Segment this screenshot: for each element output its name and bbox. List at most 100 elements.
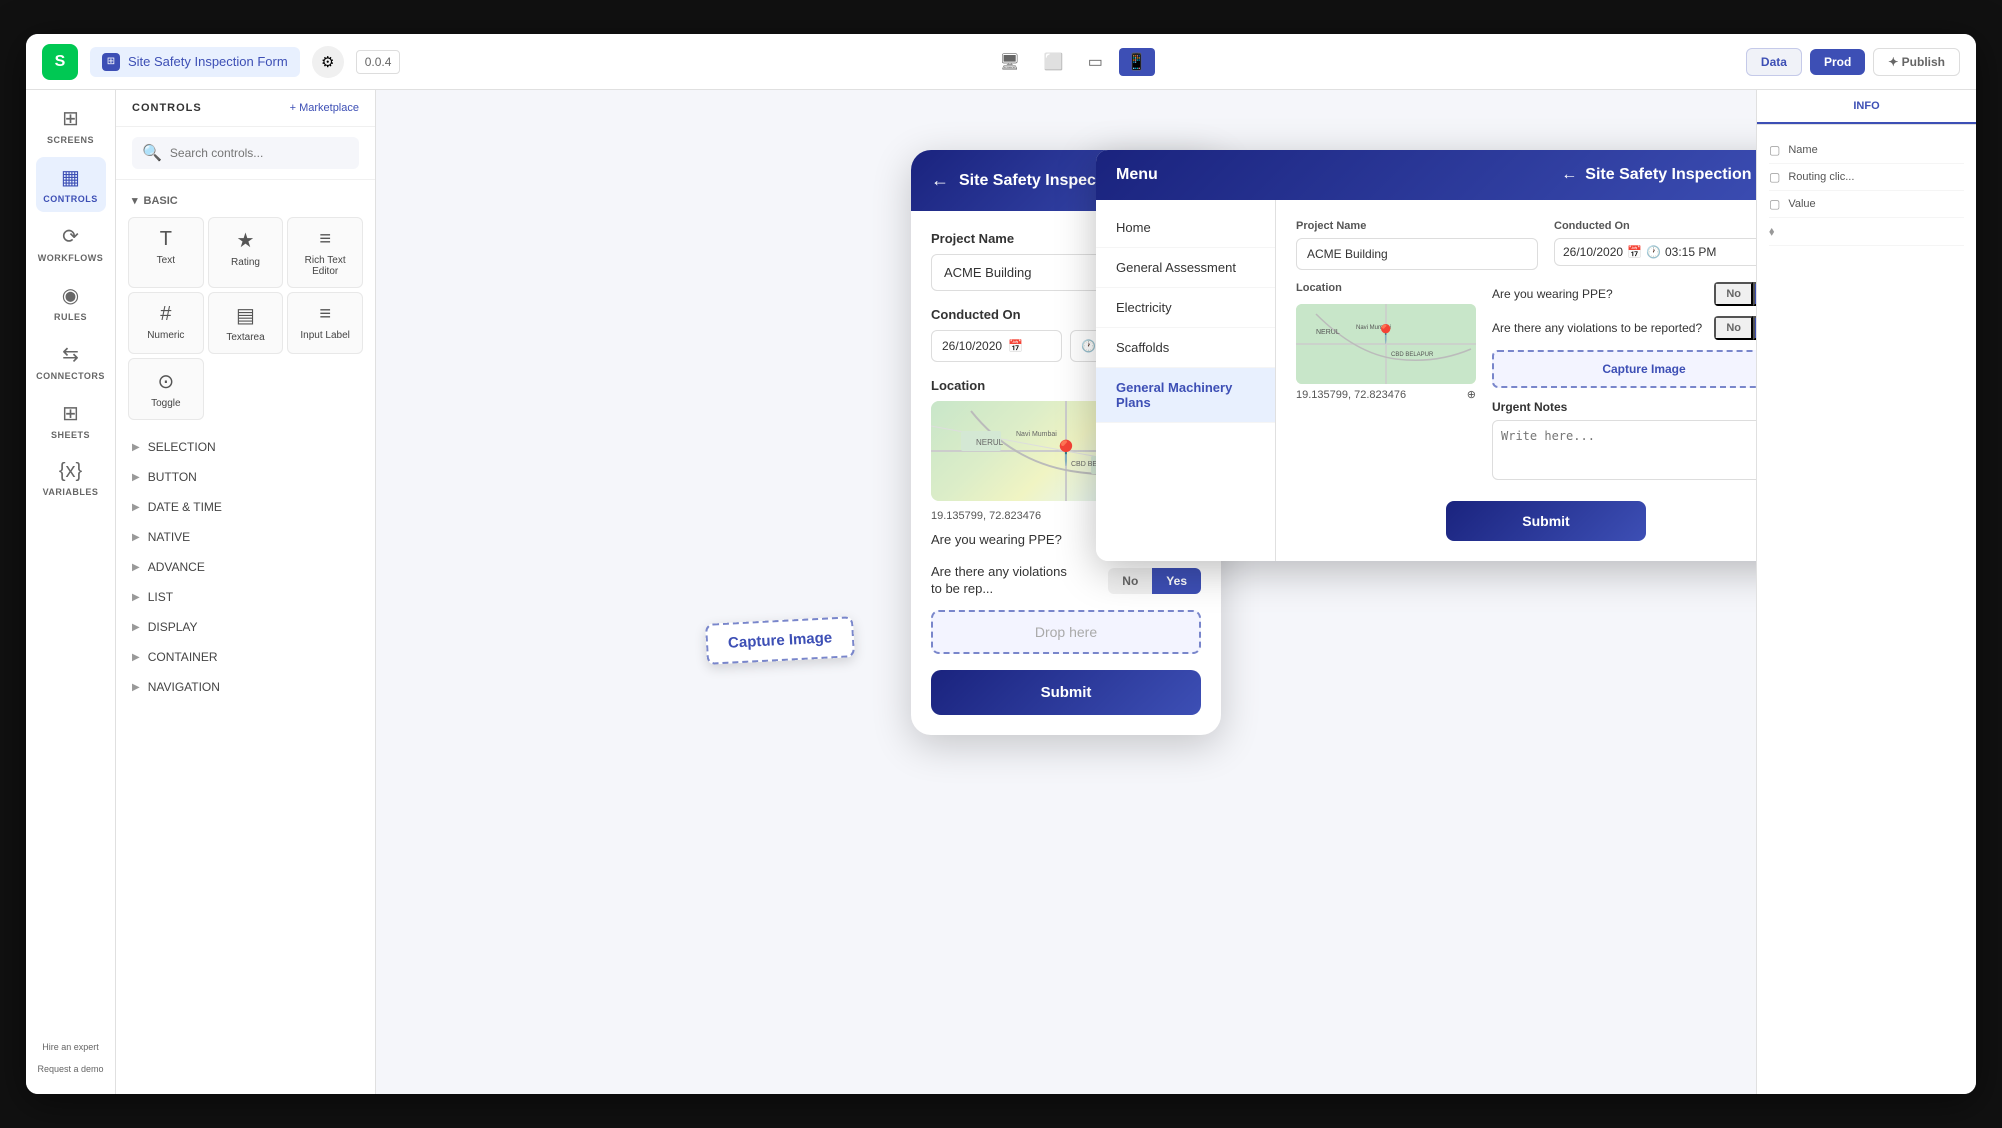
right-panel-tabs: INFO bbox=[1757, 90, 1976, 125]
tablet-submit-button[interactable]: Submit bbox=[1446, 501, 1646, 541]
tablet-sidebar: Home General Assessment Electricity Scaf… bbox=[1096, 200, 1276, 561]
toggle-control-label: Toggle bbox=[151, 398, 180, 409]
prod-button[interactable]: Prod bbox=[1810, 49, 1865, 75]
sheets-label: SHEETS bbox=[51, 430, 90, 440]
top-bar: S ⊞ Site Safety Inspection Form ⚙ 0.0.4 … bbox=[26, 34, 1976, 90]
control-item-text[interactable]: T Text bbox=[128, 217, 204, 288]
sidebar-item-workflows[interactable]: ⟳ WORKFLOWS bbox=[36, 216, 106, 271]
tablet-violations-yes[interactable]: Yes bbox=[1753, 316, 1756, 340]
section-date-time[interactable]: ▶ DATE & TIME bbox=[116, 492, 375, 522]
native-chevron-icon: ▶ bbox=[132, 532, 140, 543]
section-button[interactable]: ▶ BUTTON bbox=[116, 462, 375, 492]
tablet-menu-item-general[interactable]: General Assessment bbox=[1096, 248, 1275, 288]
tablet-date-wrap[interactable]: 26/10/2020 📅 🕐 03:15 PM bbox=[1554, 238, 1756, 266]
violations-no-button[interactable]: No bbox=[1108, 568, 1152, 594]
tab-info[interactable]: INFO bbox=[1757, 90, 1976, 124]
app-tab[interactable]: ⊞ Site Safety Inspection Form bbox=[90, 47, 300, 77]
native-label: NATIVE bbox=[148, 530, 190, 544]
violations-question: Are there any violations to be rep... bbox=[931, 564, 1080, 598]
svg-text:NERUL: NERUL bbox=[976, 438, 1004, 447]
gear-button[interactable]: ⚙ bbox=[312, 46, 344, 78]
tablet-urgent-textarea[interactable] bbox=[1492, 420, 1756, 480]
publish-button[interactable]: ✦ Publish bbox=[1873, 48, 1960, 76]
selection-chevron-icon: ▶ bbox=[132, 442, 140, 453]
name-prop-label: Name bbox=[1788, 144, 1817, 156]
button-chevron-icon: ▶ bbox=[132, 472, 140, 483]
tablet-date-value: 26/10/2020 bbox=[1563, 245, 1623, 259]
desktop-icon[interactable]: 🖥 bbox=[992, 48, 1028, 76]
search-input[interactable] bbox=[170, 146, 349, 160]
rating-control-icon: ★ bbox=[237, 228, 255, 253]
property-row-icon: ⬧ bbox=[1769, 218, 1964, 246]
submit-button[interactable]: Submit bbox=[931, 670, 1201, 715]
control-item-rating[interactable]: ★ Rating bbox=[208, 217, 284, 288]
device-icons: 🖥 ⬜ ▭ 📱 bbox=[992, 48, 1155, 76]
section-container[interactable]: ▶ CONTAINER bbox=[116, 642, 375, 672]
section-advance[interactable]: ▶ ADVANCE bbox=[116, 552, 375, 582]
sidebar-item-variables[interactable]: {x} VARIABLES bbox=[36, 452, 106, 505]
tablet-project-input[interactable] bbox=[1296, 238, 1538, 270]
connectors-label: CONNECTORS bbox=[36, 371, 105, 381]
date-input[interactable]: 26/10/2020 📅 bbox=[931, 330, 1062, 362]
tablet-crosshair-icon[interactable]: ⊕ bbox=[1467, 388, 1476, 401]
tablet-menu-item-electricity[interactable]: Electricity bbox=[1096, 288, 1275, 328]
tablet-menu-item-machinery[interactable]: General Machinery Plans bbox=[1096, 368, 1275, 423]
toggle-control-icon: ⊙ bbox=[157, 369, 174, 394]
data-button[interactable]: Data bbox=[1746, 48, 1802, 76]
control-item-textarea[interactable]: ▤ Textarea bbox=[208, 292, 284, 354]
tablet-menu-item-home[interactable]: Home bbox=[1096, 208, 1275, 248]
section-selection[interactable]: ▶ SELECTION bbox=[116, 432, 375, 462]
section-display[interactable]: ▶ DISPLAY bbox=[116, 612, 375, 642]
violations-yes-button[interactable]: Yes bbox=[1152, 568, 1201, 594]
section-native[interactable]: ▶ NATIVE bbox=[116, 522, 375, 552]
sidebar-item-connectors[interactable]: ⇆ CONNECTORS bbox=[36, 334, 106, 389]
hire-expert-link[interactable]: Hire an expert bbox=[38, 1038, 103, 1056]
tablet-urgent-label: Urgent Notes bbox=[1492, 400, 1756, 414]
container-chevron-icon: ▶ bbox=[132, 652, 140, 663]
sidebar-item-screens[interactable]: ⊞ SCREENS bbox=[36, 98, 106, 153]
capture-image-area[interactable]: Drop here bbox=[931, 610, 1201, 654]
version-badge[interactable]: 0.0.4 bbox=[356, 50, 401, 74]
tablet-icon[interactable]: ⬜ bbox=[1036, 48, 1072, 76]
tablet-menu-title: Menu bbox=[1116, 166, 1158, 184]
tablet-ppe-no[interactable]: No bbox=[1714, 282, 1753, 306]
control-item-input-label[interactable]: ≡ Input Label bbox=[287, 292, 363, 354]
rules-icon: ◉ bbox=[62, 283, 79, 308]
property-row-routing: ▢ Routing clic... bbox=[1769, 164, 1964, 191]
advance-label: ADVANCE bbox=[148, 560, 205, 574]
control-item-toggle[interactable]: ⊙ Toggle bbox=[128, 358, 204, 420]
sidebar-item-sheets[interactable]: ⊞ SHEETS bbox=[36, 393, 106, 448]
sidebar-item-controls[interactable]: ▦ CONTROLS bbox=[36, 157, 106, 212]
button-label: BUTTON bbox=[148, 470, 197, 484]
tablet-preview-window: Menu ← Site Safety Inspection Form Home … bbox=[1096, 150, 1756, 561]
tablet-violations-no[interactable]: No bbox=[1714, 316, 1753, 340]
selection-label: SELECTION bbox=[148, 440, 216, 454]
landscape-icon[interactable]: ▭ bbox=[1080, 48, 1111, 76]
connectors-icon: ⇆ bbox=[62, 342, 79, 367]
mobile-back-button[interactable]: ← bbox=[931, 170, 949, 191]
control-item-rich-text[interactable]: ≡ Rich Text Editor bbox=[287, 217, 363, 288]
tablet-capture-button[interactable]: Capture Image bbox=[1492, 350, 1756, 388]
tablet-map-pin: 📍 bbox=[1375, 324, 1397, 345]
search-input-wrap[interactable]: 🔍 bbox=[132, 137, 359, 169]
tablet-ppe-row: Are you wearing PPE? No Yes bbox=[1492, 282, 1756, 306]
marketplace-link[interactable]: + Marketplace bbox=[290, 102, 359, 114]
textarea-control-label: Textarea bbox=[226, 332, 264, 343]
screens-icon: ⊞ bbox=[62, 106, 79, 131]
control-grid: T Text ★ Rating ≡ Rich Text Editor # Num… bbox=[116, 213, 375, 432]
variables-label: VARIABLES bbox=[43, 487, 99, 497]
request-demo-link[interactable]: Request a demo bbox=[33, 1060, 107, 1078]
control-item-numeric[interactable]: # Numeric bbox=[128, 292, 204, 354]
list-chevron-icon: ▶ bbox=[132, 592, 140, 603]
mobile-icon[interactable]: 📱 bbox=[1119, 48, 1155, 76]
section-list[interactable]: ▶ LIST bbox=[116, 582, 375, 612]
section-navigation[interactable]: ▶ NAVIGATION bbox=[116, 672, 375, 702]
sidebar-item-rules[interactable]: ◉ RULES bbox=[36, 275, 106, 330]
right-panel-body: ▢ Name ▢ Routing clic... ▢ Value ⬧ bbox=[1757, 125, 1976, 1094]
tablet-ppe-yes[interactable]: Yes bbox=[1753, 282, 1756, 306]
app-tab-icon: ⊞ bbox=[102, 53, 120, 71]
sheets-icon: ⊞ bbox=[62, 401, 79, 426]
tablet-back-icon[interactable]: ← bbox=[1561, 166, 1577, 184]
tablet-form-area: Project Name Conducted On 26/10/2020 📅 🕐… bbox=[1276, 200, 1756, 561]
tablet-menu-item-scaffolds[interactable]: Scaffolds bbox=[1096, 328, 1275, 368]
